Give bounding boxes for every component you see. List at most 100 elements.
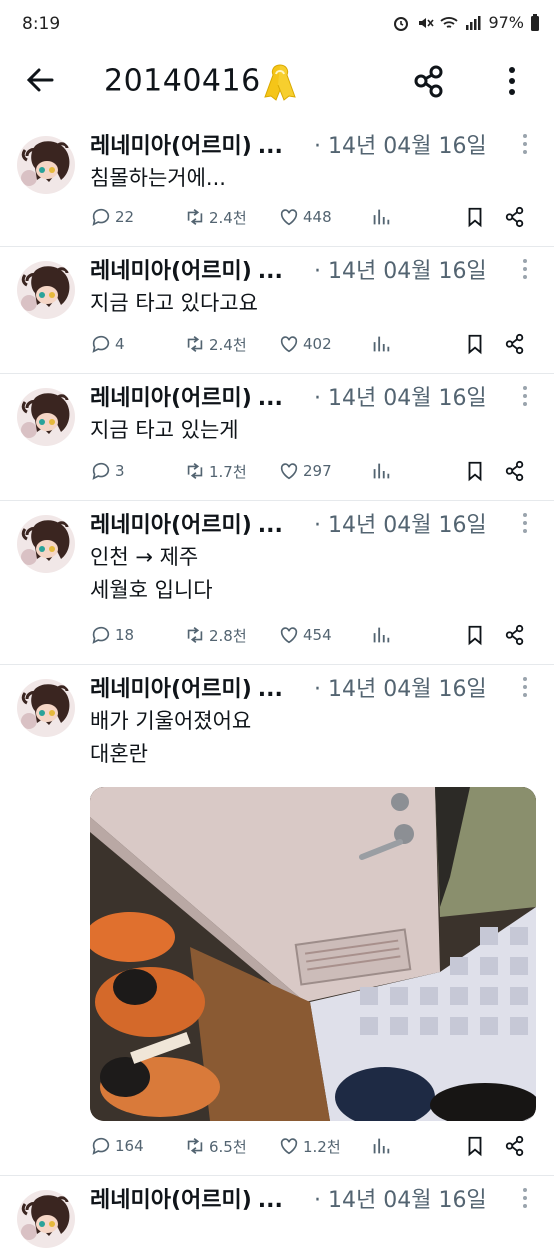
reply-count: 4 [115,335,125,353]
status-bar: 8:19 97% [0,0,554,50]
bookmark-button[interactable] [464,333,486,355]
more-vertical-icon[interactable] [500,64,524,98]
reply-button[interactable]: 164 [90,1135,144,1157]
retweet-button[interactable]: 2.4천 [184,206,247,228]
views-icon [370,1135,392,1157]
like-button[interactable]: 454 [278,624,332,646]
back-arrow-icon[interactable] [22,64,58,96]
tweet-date: · 14년 04월 16일 [314,134,487,159]
share-button[interactable] [504,460,526,482]
views-button[interactable] [370,333,392,355]
share-icon[interactable] [412,64,446,98]
name-ellipsis: ... [257,677,283,702]
signal-icon [466,15,481,30]
reply-icon [90,624,112,646]
bookmark-button[interactable] [464,1135,486,1157]
tweet-date: · 14년 04월 16일 [314,677,487,702]
tweet[interactable]: 레네미아(어르미)... · 14년 04월 16일 침몰하는거에... 22 … [0,122,554,247]
tweet[interactable]: 레네미아(어르미)... · 14년 04월 16일 인천 → 제주 세월호 입… [0,501,554,665]
views-icon [370,460,392,482]
more-icon[interactable] [520,675,530,699]
action-bar: 164 6.5천 1.2천 [90,1135,540,1165]
avatar[interactable] [17,515,75,573]
share-button[interactable] [504,1135,526,1157]
retweet-button[interactable]: 1.7천 [184,460,247,482]
like-button[interactable]: 297 [278,460,332,482]
like-button[interactable]: 1.2천 [278,1135,341,1157]
share-icon [504,206,526,228]
retweet-count: 2.4천 [209,335,247,354]
retweet-count: 2.8천 [209,626,247,645]
reply-icon [90,333,112,355]
reply-button[interactable]: 4 [90,333,125,355]
page-title: 20140416 [104,62,299,102]
more-icon[interactable] [520,132,530,156]
reply-button[interactable]: 18 [90,624,134,646]
bookmark-button[interactable] [464,206,486,228]
retweet-button[interactable]: 6.5천 [184,1135,247,1157]
share-icon [504,460,526,482]
retweet-count: 6.5천 [209,1137,247,1156]
reply-count: 164 [115,1137,144,1155]
more-icon[interactable] [520,1186,530,1210]
retweet-icon [184,1135,206,1157]
reply-count: 18 [115,626,135,644]
tweet-date: · 14년 04월 16일 [314,259,487,284]
author-name[interactable]: 레네미아(어르미) [90,134,252,159]
retweet-count: 1.7천 [209,462,247,481]
like-button[interactable]: 402 [278,333,332,355]
avatar[interactable] [17,136,75,194]
author-name[interactable]: 레네미아(어르미) [90,677,252,702]
tweet-text: 침몰하는거에... [90,166,226,190]
tweet-photo[interactable] [90,787,536,1121]
author-name[interactable]: 레네미아(어르미) [90,513,252,538]
share-icon [504,1135,526,1157]
views-button[interactable] [370,206,392,228]
more-icon[interactable] [520,257,530,281]
avatar[interactable] [17,261,75,319]
author-name[interactable]: 레네미아(어르미) [90,1188,252,1213]
like-count: 1.2천 [303,1137,341,1156]
reply-count: 22 [115,208,135,226]
share-button[interactable] [504,624,526,646]
share-icon [504,333,526,355]
bookmark-button[interactable] [464,624,486,646]
avatar[interactable] [17,1190,75,1248]
reply-button[interactable]: 3 [90,460,125,482]
battery-icon [531,13,539,31]
avatar[interactable] [17,388,75,446]
views-button[interactable] [370,460,392,482]
like-button[interactable]: 448 [278,206,332,228]
views-button[interactable] [370,624,392,646]
retweet-button[interactable]: 2.4천 [184,333,247,355]
more-icon[interactable] [520,511,530,535]
retweet-button[interactable]: 2.8천 [184,624,247,646]
like-count: 402 [303,335,332,353]
author-name[interactable]: 레네미아(어르미) [90,386,252,411]
author-name[interactable]: 레네미아(어르미) [90,259,252,284]
action-bar: 3 1.7천 297 [90,460,540,490]
more-icon[interactable] [520,384,530,408]
reply-icon [90,460,112,482]
reply-button[interactable]: 22 [90,206,134,228]
avatar[interactable] [17,679,75,737]
reply-icon [90,1135,112,1157]
share-icon [504,624,526,646]
tweet[interactable]: 레네미아(어르미)... · 14년 04월 16일 배가 기울어졌어요 대혼란 [0,665,554,1176]
tweet[interactable]: 레네미아(어르미)... · 14년 04월 16일 지금 타고 있는게 3 1… [0,374,554,501]
like-icon [278,333,300,355]
action-bar: 22 2.4천 448 [90,206,540,236]
yellow-ribbon-icon [263,64,296,101]
tweet-text: 지금 타고 있다고요 [90,291,258,315]
name-ellipsis: ... [257,1188,283,1213]
tweet[interactable]: 레네미아(어르미)... · 14년 04월 16일 지금 타고 있다고요 4 … [0,247,554,374]
like-count: 448 [303,208,332,226]
views-button[interactable] [370,1135,392,1157]
name-ellipsis: ... [257,259,283,284]
bookmark-button[interactable] [464,460,486,482]
name-ellipsis: ... [257,386,283,411]
share-button[interactable] [504,333,526,355]
share-button[interactable] [504,206,526,228]
tweet[interactable]: 레네미아(어르미)... · 14년 04월 16일 [0,1176,554,1236]
action-bar: 4 2.4천 402 [90,333,540,363]
